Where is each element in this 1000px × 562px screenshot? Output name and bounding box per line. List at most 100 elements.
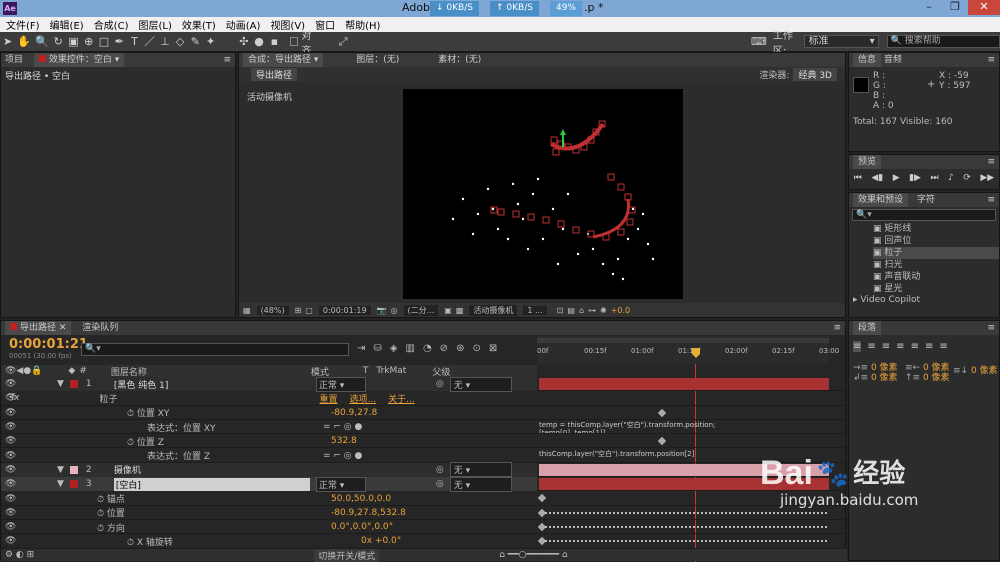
ram-preview-icon[interactable]: ▶▶ <box>980 173 994 183</box>
pickwhip-icon[interactable]: ◎ <box>436 379 444 389</box>
prev-frame-icon[interactable]: ◀▮ <box>871 173 883 183</box>
audio-icon[interactable]: ♪ <box>948 173 954 183</box>
expression-controls[interactable]: = ⌐ ◎ ● <box>323 451 362 461</box>
play-icon[interactable]: ▶ <box>893 173 900 183</box>
pan-behind-tool-icon[interactable]: ⊕ <box>83 35 94 49</box>
blend-mode-select[interactable]: 正常 ▾ <box>315 376 366 392</box>
col-layer-name[interactable]: 图层名称 <box>111 365 147 378</box>
camera-tool-icon[interactable]: ▣ <box>68 35 79 49</box>
reset-link[interactable]: 重置 <box>320 392 338 405</box>
tab-composition[interactable]: 合成：导出路径 ▾ <box>243 53 324 67</box>
timeline-row[interactable]: 👁 ⏱ 位置 Z 532.8 <box>1 434 847 449</box>
time-ruler[interactable]: 00f 00:15f 01:00f 01:15f 02:00f 02:15f 03:00 <box>537 336 839 364</box>
work-area-bar[interactable] <box>537 338 829 343</box>
visibility-icon[interactable]: 👁 <box>5 508 17 518</box>
twirl-icon[interactable]: ▼ <box>57 379 64 389</box>
zoom-tool-icon[interactable]: 🔍 <box>35 35 49 49</box>
text-tool-icon[interactable]: T <box>129 35 140 49</box>
tab-footage[interactable]: 素材：(无) <box>438 55 481 65</box>
timeline-icon[interactable]: ⌂ <box>579 306 584 315</box>
timeline-row[interactable]: 👁 ⏱ X 轴旋转 0x +0.0° <box>1 534 847 549</box>
parent-select[interactable]: 无 ▾ <box>449 376 512 392</box>
puppet-tool-icon[interactable]: ✦ <box>205 35 216 49</box>
tab-project[interactable]: 项目 <box>5 55 23 65</box>
pickwhip-icon[interactable]: ◎ <box>436 479 444 489</box>
timeline-row[interactable]: 👁 表达式：位置 Z = ⌐ ◎ ● thisComp.layer("空白").tra… <box>1 449 847 463</box>
visibility-icon[interactable]: 👁 <box>5 479 17 489</box>
rotate-tool-icon[interactable]: ↻ <box>53 35 64 49</box>
camera-select[interactable]: 活动摄像机 <box>469 304 518 316</box>
layer-name[interactable]: 摄像机 <box>114 463 310 476</box>
snapshot-icon[interactable]: 📷 <box>377 306 387 315</box>
menu-item-0[interactable]: 文件(F) <box>6 17 40 32</box>
menu-item-6[interactable]: 视图(V) <box>270 17 305 32</box>
twirl-icon[interactable]: ▼ <box>57 465 64 475</box>
effects-search-input[interactable]: 🔍▾ <box>852 209 996 221</box>
menu-item-8[interactable]: 帮助(H) <box>345 17 380 32</box>
renderer-select[interactable]: 经典 3D <box>793 68 837 81</box>
folder-video-copilot[interactable]: ▸ Video Copilot <box>849 295 999 305</box>
toggle-switches-modes[interactable]: 切换开关/模式 <box>314 548 380 562</box>
color-channel-icon[interactable]: ◎ <box>391 306 398 315</box>
effect-preset-item[interactable]: ▣ 粒子 <box>873 247 999 259</box>
keyboard-icon[interactable]: ⌨ <box>751 35 767 49</box>
align-right-icon[interactable]: ≡ <box>882 341 890 352</box>
timeline-row[interactable]: 👁 ⏱ 锚点 50.0,50.0,0.0 <box>1 491 847 506</box>
first-frame-icon[interactable]: ⏮ <box>854 173 862 183</box>
pickwhip-icon[interactable]: ◎ <box>436 465 444 475</box>
layer-name[interactable]: [空白] <box>113 477 310 491</box>
timeline-row[interactable]: 👁 ⏱ 方向 0.0°,0.0°,0.0° <box>1 520 847 535</box>
frame-blend-icon[interactable]: ▥ <box>405 343 414 354</box>
clone-tool-icon[interactable]: ⊥ <box>159 35 170 49</box>
draft-3d-icon[interactable]: ⛁ <box>373 343 381 354</box>
layer-track[interactable] <box>539 407 829 419</box>
options-link[interactable]: 选项... <box>350 392 377 405</box>
brush-tool-icon[interactable]: ／ <box>144 35 155 49</box>
grid-icon[interactable]: ▦ <box>243 306 251 315</box>
fast-preview-icon[interactable]: ▤ <box>567 306 575 315</box>
zoom-select[interactable]: (48%) <box>256 305 289 315</box>
property-value[interactable]: -80.9,27.8,532.8 <box>331 508 406 518</box>
brainstorm-icon[interactable]: ⊛ <box>456 343 464 354</box>
axis-icon[interactable]: ✣ <box>238 35 249 49</box>
visibility-icon[interactable]: 👁 <box>5 436 17 446</box>
effect-preset-item[interactable]: ▣ 扫光 <box>873 259 999 271</box>
tab-render-queue[interactable]: 渲染队列 <box>82 323 118 333</box>
label-color-swatch[interactable] <box>69 380 78 389</box>
roto-tool-icon[interactable]: ✎ <box>190 35 201 49</box>
motion-blur-icon[interactable]: ◔ <box>423 343 432 354</box>
visibility-icon[interactable]: 👁 <box>5 422 17 432</box>
workspace-select[interactable]: 标准 ▾ <box>803 35 879 48</box>
flowchart-icon[interactable]: ⊶ <box>588 306 596 315</box>
tab-timeline-comp[interactable]: 导出路径 ✕ <box>5 321 72 335</box>
blend-mode-select[interactable]: 正常 ▾ <box>315 476 366 492</box>
tab-character[interactable]: 字符 <box>917 195 935 205</box>
layer-track[interactable] <box>539 378 829 391</box>
parent-select[interactable]: 无 ▾ <box>449 462 512 478</box>
selection-tool-icon[interactable]: ➤ <box>2 35 13 49</box>
layer-name[interactable]: [黑色 纯色 1] <box>114 378 310 391</box>
loop-icon[interactable]: ⟳ <box>963 173 971 183</box>
layer-track[interactable] <box>537 521 829 533</box>
menu-item-5[interactable]: 动画(A) <box>226 17 261 32</box>
menu-item-2[interactable]: 合成(C) <box>94 17 129 32</box>
layer-track[interactable]: temp = thisComp.layer("空白").transform.po… <box>539 421 829 433</box>
fx-icon[interactable]: fx <box>11 393 20 403</box>
timeline-timecode[interactable]: 0:00:01:21 <box>9 337 88 352</box>
keyframe[interactable] <box>537 494 547 503</box>
about-link[interactable]: 关于... <box>388 392 415 405</box>
justify-right-icon[interactable]: ≡ <box>925 341 933 352</box>
visibility-icon[interactable]: 👁 <box>5 522 17 532</box>
region-icon[interactable]: ▣ <box>444 306 452 315</box>
visibility-icon[interactable]: 👁 <box>5 408 17 418</box>
visibility-icon[interactable]: 👁 <box>5 536 17 546</box>
keyframe[interactable] <box>657 436 667 446</box>
minimize-button[interactable]: – <box>916 0 942 15</box>
expand-icon[interactable]: ⊠ <box>489 343 497 354</box>
property-value[interactable]: 0.0°,0.0°,0.0° <box>331 522 393 532</box>
timeline-row[interactable]: 👁 ⏱ 位置 -80.9,27.8,532.8 <box>1 506 847 520</box>
layer-track[interactable] <box>539 392 829 404</box>
timeline-row[interactable]: 👁 表达式：位置 XY = ⌐ ◎ ● temp = thisComp.layer("… <box>1 420 847 435</box>
auto-keyframe-icon[interactable]: ⊙ <box>472 343 480 354</box>
visibility-icon[interactable]: 👁 <box>5 494 17 504</box>
